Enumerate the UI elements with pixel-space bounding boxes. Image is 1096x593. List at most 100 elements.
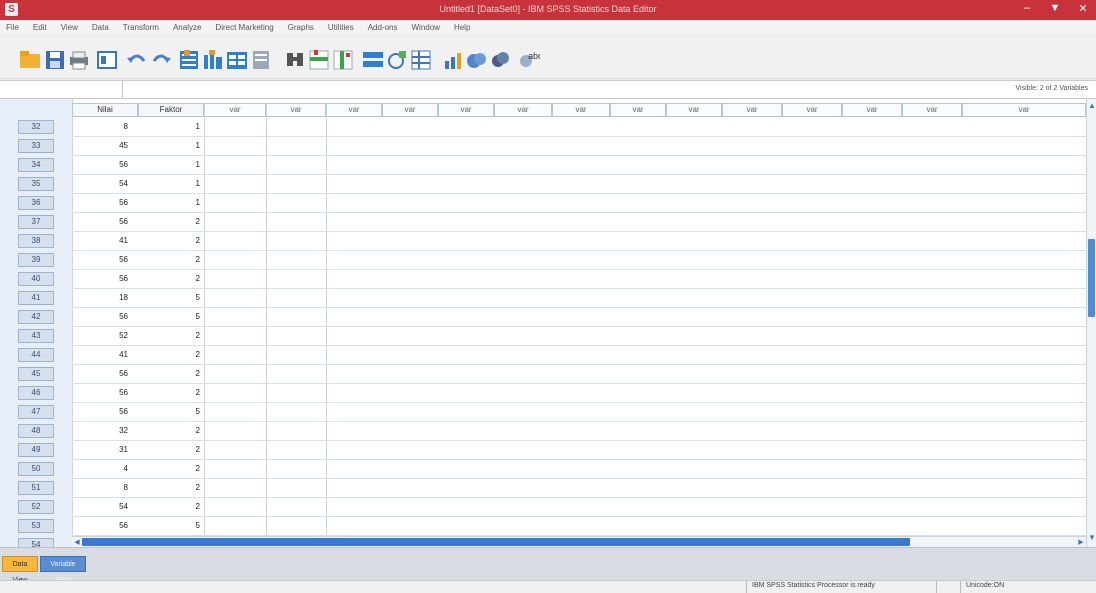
column-header-var[interactable]: var <box>962 103 1086 117</box>
find-icon[interactable] <box>282 47 308 73</box>
cell-faktor[interactable]: 1 <box>138 120 200 134</box>
cell-faktor[interactable]: 2 <box>138 443 200 457</box>
use-variable-sets-icon[interactable] <box>464 47 490 73</box>
row-header[interactable]: 46 <box>18 386 54 400</box>
column-header-nilai[interactable]: Nilai <box>72 103 138 117</box>
cell-nilai[interactable]: 54 <box>72 500 128 514</box>
row-header[interactable]: 33 <box>18 139 54 153</box>
column-header-var[interactable]: var <box>610 103 666 117</box>
row-header[interactable]: 54 <box>18 538 54 547</box>
cell-faktor[interactable]: 2 <box>138 481 200 495</box>
menu-edit[interactable]: Edit <box>33 23 47 32</box>
row-header[interactable]: 42 <box>18 310 54 324</box>
cell-faktor[interactable]: 5 <box>138 519 200 533</box>
print-icon[interactable] <box>66 47 92 73</box>
menu-direct-marketing[interactable]: Direct Marketing <box>215 23 273 32</box>
row-header[interactable]: 53 <box>18 519 54 533</box>
tab-variable-view[interactable]: Variable View <box>40 556 86 584</box>
cell-nilai[interactable]: 4 <box>72 462 128 476</box>
cell-nilai[interactable]: 45 <box>72 139 128 153</box>
cell-faktor[interactable]: 2 <box>138 215 200 229</box>
row-header[interactable]: 51 <box>18 481 54 495</box>
column-header-var[interactable]: var <box>666 103 722 117</box>
show-all-variables-icon[interactable] <box>488 47 514 73</box>
value-labels-icon[interactable] <box>440 47 466 73</box>
cell-faktor[interactable]: 2 <box>138 424 200 438</box>
column-header-var[interactable]: var <box>266 103 326 117</box>
column-header-faktor[interactable]: Faktor <box>138 103 204 117</box>
menu-transform[interactable]: Transform <box>123 23 159 32</box>
cell-nilai[interactable]: 8 <box>72 481 128 495</box>
horizontal-scrollbar[interactable]: ◀ ▶ <box>72 536 1086 547</box>
cell-faktor[interactable]: 2 <box>138 386 200 400</box>
column-header-var[interactable]: var <box>902 103 962 117</box>
row-header[interactable]: 32 <box>18 120 54 134</box>
cell-nilai[interactable]: 8 <box>72 120 128 134</box>
menu-file[interactable]: File <box>6 23 19 32</box>
row-header[interactable]: 37 <box>18 215 54 229</box>
row-header[interactable]: 36 <box>18 196 54 210</box>
cell-faktor[interactable]: 5 <box>138 310 200 324</box>
cell-nilai[interactable]: 56 <box>72 367 128 381</box>
cell-faktor[interactable]: 1 <box>138 196 200 210</box>
cell-faktor[interactable]: 2 <box>138 272 200 286</box>
cell-nilai[interactable]: 41 <box>72 234 128 248</box>
run-descriptives-icon[interactable] <box>248 47 274 73</box>
row-header[interactable]: 41 <box>18 291 54 305</box>
minimize-button[interactable]: – <box>1020 2 1034 15</box>
maximize-button[interactable]: ▼ <box>1048 2 1062 15</box>
row-header[interactable]: 39 <box>18 253 54 267</box>
insert-cases-icon[interactable] <box>306 47 332 73</box>
cell-faktor[interactable]: 1 <box>138 177 200 191</box>
row-header[interactable]: 34 <box>18 158 54 172</box>
column-header-var[interactable]: var <box>438 103 494 117</box>
column-header-var[interactable]: var <box>782 103 842 117</box>
column-header-var[interactable]: var <box>722 103 782 117</box>
insert-variable-icon[interactable] <box>330 47 356 73</box>
weight-cases-icon[interactable] <box>384 47 410 73</box>
cell-faktor[interactable]: 1 <box>138 139 200 153</box>
variables-icon[interactable] <box>224 47 250 73</box>
column-header-var[interactable]: var <box>552 103 610 117</box>
undo-icon[interactable] <box>124 47 150 73</box>
cell-nilai[interactable]: 56 <box>72 272 128 286</box>
row-header[interactable]: 44 <box>18 348 54 362</box>
cell-nilai[interactable]: 56 <box>72 405 128 419</box>
select-cases-icon[interactable] <box>408 47 434 73</box>
menu-help[interactable]: Help <box>454 23 470 32</box>
scroll-up-arrow-icon[interactable]: ▲ <box>1087 101 1096 113</box>
split-file-icon[interactable] <box>360 47 386 73</box>
cell-faktor[interactable]: 5 <box>138 291 200 305</box>
save-icon[interactable] <box>42 47 68 73</box>
cell-reference[interactable] <box>0 81 123 98</box>
cell-nilai[interactable]: 54 <box>72 177 128 191</box>
cell-nilai[interactable]: 56 <box>72 253 128 267</box>
row-header[interactable]: 45 <box>18 367 54 381</box>
cell-faktor[interactable]: 2 <box>138 367 200 381</box>
row-header[interactable]: 38 <box>18 234 54 248</box>
column-header-var[interactable]: var <box>494 103 552 117</box>
open-folder-icon[interactable] <box>18 47 44 73</box>
redo-icon[interactable] <box>148 47 174 73</box>
row-header[interactable]: 52 <box>18 500 54 514</box>
spelling-icon[interactable]: abc <box>514 47 543 73</box>
cell-nilai[interactable]: 52 <box>72 329 128 343</box>
menu-utilities[interactable]: Utilities <box>328 23 354 32</box>
menu-add-ons[interactable]: Add-ons <box>368 23 398 32</box>
cell-faktor[interactable]: 2 <box>138 348 200 362</box>
cell-nilai[interactable]: 18 <box>72 291 128 305</box>
cell-faktor[interactable]: 2 <box>138 462 200 476</box>
menu-view[interactable]: View <box>61 23 78 32</box>
row-header[interactable]: 48 <box>18 424 54 438</box>
menu-graphs[interactable]: Graphs <box>288 23 314 32</box>
column-header-var[interactable]: var <box>326 103 382 117</box>
scroll-left-arrow-icon[interactable]: ◀ <box>72 537 82 547</box>
tab-data-view[interactable]: Data View <box>2 556 38 584</box>
horizontal-scroll-thumb[interactable] <box>82 538 910 546</box>
cell-nilai[interactable]: 56 <box>72 386 128 400</box>
menu-data[interactable]: Data <box>92 23 109 32</box>
vertical-scrollbar[interactable]: ▲ ▼ <box>1086 99 1096 547</box>
dialog-recall-icon[interactable] <box>94 47 120 73</box>
cell-nilai[interactable]: 56 <box>72 196 128 210</box>
cell-nilai[interactable]: 56 <box>72 215 128 229</box>
